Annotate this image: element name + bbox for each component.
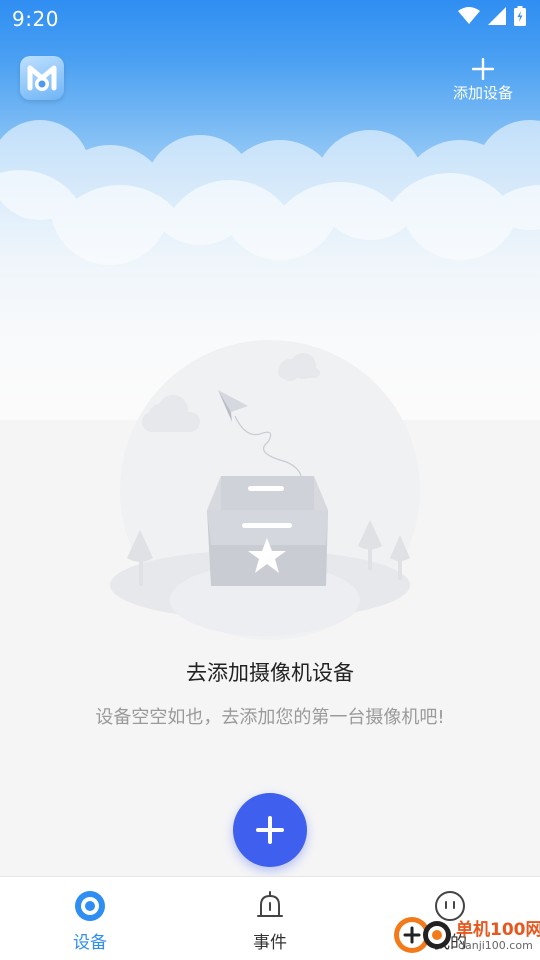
plus-icon bbox=[472, 58, 494, 80]
watermark-url: danji100.com bbox=[458, 939, 533, 952]
empty-state-subtitle: 设备空空如也，去添加您的第一台摄像机吧! bbox=[95, 707, 445, 728]
app-screen: 9:20 添加设备 去添加摄像机设备 设备空空如也，去添加您的第一台摄像机吧! … bbox=[0, 0, 540, 960]
status-icons bbox=[458, 6, 526, 26]
tab-events-label: 事件 bbox=[253, 933, 287, 953]
device-eye-icon bbox=[75, 891, 105, 921]
tab-devices[interactable]: 设备 bbox=[30, 877, 150, 960]
app-logo-icon bbox=[27, 65, 57, 91]
watermark: 单机100网 danji100.com bbox=[392, 912, 540, 960]
add-device-button[interactable]: 添加设备 bbox=[448, 58, 518, 103]
watermark-brand: 单机100网 bbox=[456, 920, 540, 940]
watermark-logo-icon bbox=[394, 917, 451, 953]
wifi-icon bbox=[458, 7, 480, 24]
empty-box-illustration bbox=[110, 340, 420, 640]
tab-devices-label: 设备 bbox=[73, 933, 107, 953]
battery-icon bbox=[514, 6, 526, 26]
app-logo bbox=[20, 56, 64, 100]
status-bar: 9:20 bbox=[0, 0, 540, 36]
empty-state-title: 去添加摄像机设备 bbox=[186, 661, 354, 685]
signal-icon bbox=[488, 7, 506, 25]
bell-icon bbox=[257, 891, 283, 917]
status-time: 9:20 bbox=[12, 7, 59, 31]
plus-icon bbox=[256, 816, 284, 844]
add-device-label: 添加设备 bbox=[452, 84, 513, 102]
add-camera-fab[interactable] bbox=[233, 793, 307, 867]
tab-events[interactable]: 事件 bbox=[210, 877, 330, 960]
